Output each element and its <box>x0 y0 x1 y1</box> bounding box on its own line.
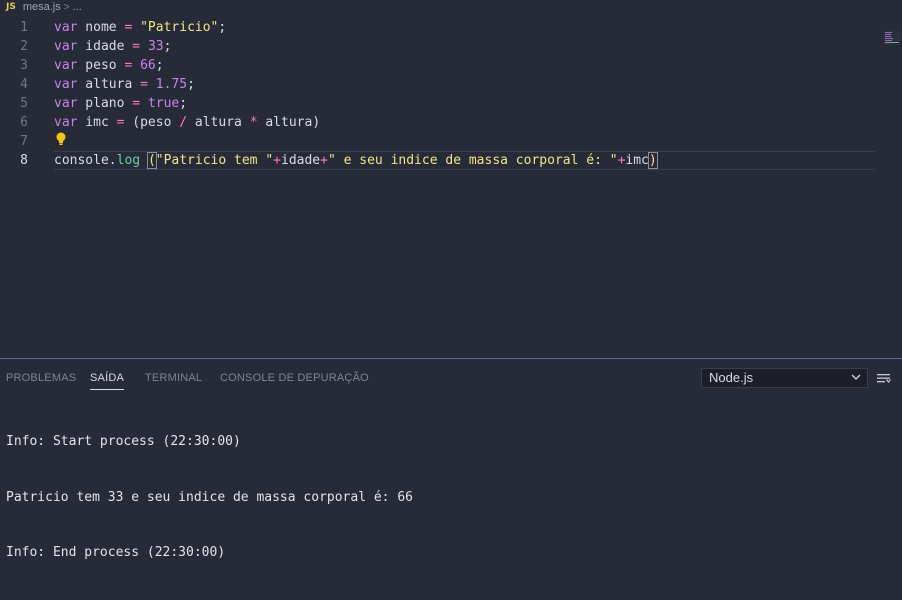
code-text: var imc = (peso / altura * altura) <box>54 115 321 130</box>
list-menu-icon[interactable] <box>877 373 891 384</box>
line-number: 7 <box>20 134 28 149</box>
output-channel-select[interactable]: Node.js <box>701 368 868 388</box>
code-text: console.log ("Patricio tem "+idade+" e s… <box>54 152 658 169</box>
line-number: 8 <box>20 153 28 168</box>
tab-saida[interactable]: SAÍDA <box>90 372 125 390</box>
code-text: var peso = 66; <box>54 58 164 73</box>
code-text: var plano = true; <box>54 96 188 111</box>
lightbulb-icon[interactable] <box>56 132 66 146</box>
line-number: 1 <box>20 20 28 35</box>
code-line[interactable]: 8 console.log ("Patricio tem "+idade+" e … <box>0 151 902 170</box>
tab-terminal[interactable]: TERMINAL <box>145 372 202 384</box>
line-number: 4 <box>20 77 28 92</box>
output-panel: PROBLEMAS SAÍDA TERMINAL CONSOLE DE DEPU… <box>0 358 902 560</box>
line-number: 2 <box>20 39 28 54</box>
breadcrumb-more[interactable]: ... <box>73 1 82 13</box>
code-text: var idade = 33; <box>54 39 172 54</box>
code-text: var nome = "Patricio"; <box>54 20 227 35</box>
code-line[interactable]: 6 var imc = (peso / altura * altura) <box>0 113 902 132</box>
chevron-down-icon <box>851 374 861 380</box>
js-file-icon: JS <box>6 2 16 12</box>
code-line[interactable]: 2 var idade = 33; <box>0 37 902 56</box>
line-number: 5 <box>20 96 28 111</box>
line-number: 6 <box>20 115 28 130</box>
line-number: 3 <box>20 58 28 73</box>
breadcrumb-separator: > <box>63 1 70 13</box>
tab-problemas[interactable]: PROBLEMAS <box>6 372 76 384</box>
output-channel-value: Node.js <box>709 370 754 385</box>
output-log: Info: Start process (22:30:00) Patricio … <box>6 396 413 600</box>
code-line[interactable]: 3 var peso = 66; <box>0 56 902 75</box>
code-editor[interactable]: 1 var nome = "Patricio"; 2 var idade = 33; 3… <box>0 15 902 355</box>
output-line: Patricio tem 33 e seu indice de massa co… <box>6 489 413 505</box>
code-line[interactable]: 5 var plano = true; <box>0 94 902 113</box>
output-line: Info: Start process (22:30:00) <box>6 434 241 449</box>
tab-console-depuracao[interactable]: CONSOLE DE DEPURAÇÃO <box>220 372 369 384</box>
code-line[interactable]: 7 <box>0 132 902 151</box>
output-line: Info: End process (22:30:00) <box>6 545 226 560</box>
code-text: var altura = 1.75; <box>54 77 195 92</box>
code-line[interactable]: 1 var nome = "Patricio"; <box>0 18 902 37</box>
breadcrumb-file-name[interactable]: mesa.js <box>23 1 61 13</box>
breadcrumb: JS mesa.js > ... <box>0 0 902 14</box>
code-line[interactable]: 4 var altura = 1.75; <box>0 75 902 94</box>
